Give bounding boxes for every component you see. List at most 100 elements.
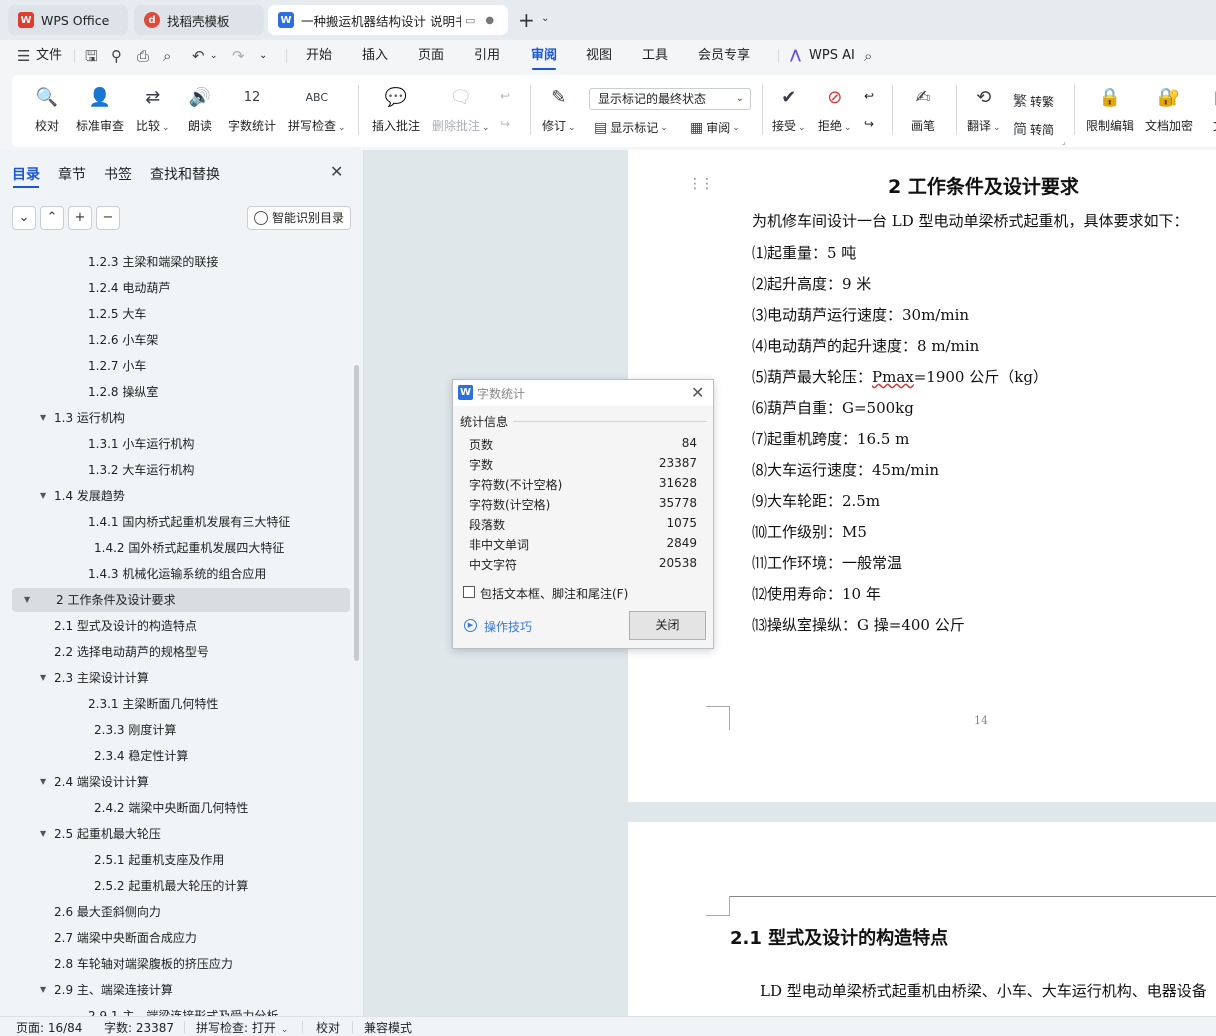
tab-toc[interactable]: 目录: [12, 164, 40, 184]
toc-item[interactable]: 1.4.3 机械化运输系统的组合应用: [12, 562, 350, 586]
expand-caret-icon[interactable]: ▼: [40, 770, 46, 794]
accept-button[interactable]: ✔ 接受 ⌄: [772, 85, 806, 134]
proofread-status[interactable]: 校对: [316, 1019, 340, 1036]
read-aloud-button[interactable]: 🔊 朗读: [187, 85, 213, 134]
save-icon[interactable]: 🖫: [85, 40, 98, 72]
toc-item[interactable]: 2.8 车轮轴对端梁腹板的挤压应力: [12, 952, 350, 976]
new-tab-plus-icon[interactable]: +: [518, 8, 535, 32]
toc-item[interactable]: 1.3.1 小车运行机构: [12, 432, 350, 456]
expand-caret-icon[interactable]: ▼: [40, 978, 46, 1002]
review-pane-button[interactable]: ▦ 审阅 ⌄: [690, 119, 740, 136]
restrict-editing-button[interactable]: 🔒 限制编辑: [1086, 85, 1134, 134]
checkbox-label[interactable]: 包括文本框、脚注和尾注(F): [480, 585, 628, 602]
word-count-button[interactable]: 12 字数统计: [228, 85, 276, 134]
toc-item[interactable]: 1.2.6 小车架: [12, 328, 350, 352]
remove-heading-minus-icon[interactable]: −: [96, 206, 120, 230]
group-expand-icon[interactable]: ⌟: [1062, 137, 1066, 146]
proofread-button[interactable]: 🔍 校对: [34, 85, 60, 134]
toc-item[interactable]: 1.2.3 主梁和端梁的联接: [12, 250, 350, 274]
insert-comment-button[interactable]: 💬 插入批注: [372, 85, 420, 134]
share-icon[interactable]: ⚲: [111, 40, 122, 72]
toc-item[interactable]: 1.2.8 操纵室: [12, 380, 350, 404]
show-markup-button[interactable]: ▤ 显示标记 ⌄: [594, 119, 668, 136]
clipped-ribbon-button[interactable]: ▯ 文: [1206, 85, 1216, 134]
to-traditional-button[interactable]: 繁 转繁: [1013, 91, 1054, 111]
print-icon[interactable]: ⎙: [137, 40, 149, 72]
menu-home[interactable]: 开始: [306, 40, 332, 72]
menu-view[interactable]: 视图: [586, 40, 612, 72]
toc-item[interactable]: 2.3.1 主梁断面几何特性: [12, 692, 350, 716]
toc-item[interactable]: ▼ 1.3 运行机构: [12, 406, 350, 430]
toc-item[interactable]: 2.3.4 稳定性计算: [12, 744, 350, 768]
toc-item[interactable]: ▼ 2.9 主、端梁连接计算: [12, 978, 350, 1002]
tab-wps-office[interactable]: W WPS Office: [8, 5, 128, 35]
standard-review-button[interactable]: 👤 标准审查: [76, 85, 124, 134]
toc-item[interactable]: ▼ 2.4 端梁设计计算: [12, 770, 350, 794]
unsaved-dot-icon[interactable]: ●: [485, 15, 494, 26]
hamburger-menu-icon[interactable]: ☰: [17, 40, 30, 72]
menu-insert[interactable]: 插入: [362, 40, 388, 72]
toc-item[interactable]: 1.2.5 大车: [12, 302, 350, 326]
expand-caret-icon[interactable]: ▼: [40, 822, 46, 846]
toc-item[interactable]: 2.5.1 起重机支座及作用: [12, 848, 350, 872]
expand-caret-icon[interactable]: ▼: [40, 484, 46, 508]
tab-find-replace[interactable]: 查找和替换: [150, 164, 220, 184]
spelling-flag[interactable]: Pmax: [872, 368, 914, 386]
menu-references[interactable]: 引用: [474, 40, 500, 72]
toc-item[interactable]: 2.5.2 起重机最大轮压的计算: [12, 874, 350, 898]
spell-check-button[interactable]: ABC 拼写检查 ⌄: [288, 85, 346, 134]
toc-item[interactable]: 1.4.2 国外桥式起重机发展四大特征: [12, 536, 350, 560]
toc-scrollbar[interactable]: [354, 365, 359, 661]
toc-item[interactable]: 1.4.1 国内桥式起重机发展有三大特征: [12, 510, 350, 534]
expand-chevron-up-icon[interactable]: ⌃: [40, 206, 64, 230]
toc-item[interactable]: ▼ 2.5 起重机最大轮压: [12, 822, 350, 846]
undo-icon[interactable]: ↶: [192, 40, 205, 72]
expand-caret-icon[interactable]: ▼: [40, 406, 46, 430]
toc-item[interactable]: 2.1 型式及设计的构造特点: [12, 614, 350, 638]
reject-button[interactable]: ⊘ 拒绝 ⌄: [818, 85, 852, 134]
encrypt-document-button[interactable]: 🔐 文档加密: [1145, 85, 1193, 134]
markup-state-select[interactable]: 显示标记的最终状态 ⌄: [589, 88, 751, 110]
smart-toc-button[interactable]: 智能识别目录: [247, 206, 351, 230]
print-preview-icon[interactable]: ⌕: [163, 40, 171, 72]
toc-item[interactable]: 2.2 选择电动葫芦的规格型号: [12, 640, 350, 664]
file-menu[interactable]: 文件: [36, 40, 62, 72]
menu-page[interactable]: 页面: [418, 40, 444, 72]
document-page[interactable]: 2.1 型式及设计的构造特点 LD 型电动单梁桥式起重机由桥梁、小车、大车运行机…: [628, 822, 1216, 1016]
document-page[interactable]: ⋮⋮ 2 工作条件及设计要求 为机修车间设计一台 LD 型电动单梁桥式起重机，具…: [628, 150, 1216, 802]
next-change-icon[interactable]: ↪: [864, 117, 874, 131]
toc-item[interactable]: ▼ 2.3 主梁设计计算: [12, 666, 350, 690]
compare-button[interactable]: ⇄ 比较 ⌄: [136, 85, 170, 134]
toc-item[interactable]: 2.6 最大歪斜侧向力: [12, 900, 350, 924]
toc-item[interactable]: 2.3.3 刚度计算: [12, 718, 350, 742]
more-chevron-icon[interactable]: ⌄: [259, 40, 267, 72]
collapse-all-chevron-down-icon[interactable]: ⌄: [12, 206, 36, 230]
track-changes-button[interactable]: ✎ 修订 ⌄: [542, 85, 576, 134]
toc-item[interactable]: 2.7 端梁中央断面合成应力: [12, 926, 350, 950]
toc-item[interactable]: 1.2.4 电动葫芦: [12, 276, 350, 300]
drag-handle-icon[interactable]: ⋮⋮: [688, 176, 714, 192]
search-icon[interactable]: ⌕: [864, 40, 872, 72]
close-panel-icon[interactable]: ✕: [330, 162, 343, 181]
ink-pen-button[interactable]: ✍ 画笔: [910, 85, 936, 134]
play-tips-icon[interactable]: ▶: [464, 619, 477, 632]
undo-chevron-icon[interactable]: ⌄: [210, 40, 218, 72]
tab-chapters[interactable]: 章节: [58, 164, 86, 184]
tab-list-chevron-icon[interactable]: ⌄: [541, 13, 549, 24]
menu-member[interactable]: 会员专享: [698, 40, 750, 72]
toc-item[interactable]: ▼ 1.4 发展趋势: [12, 484, 350, 508]
prev-change-icon[interactable]: ↩: [864, 89, 874, 103]
menu-tools[interactable]: 工具: [642, 40, 668, 72]
toc-item[interactable]: 2.4.2 端梁中央断面几何特性: [12, 796, 350, 820]
dialog-titlebar[interactable]: W 字数统计 ✕: [453, 380, 713, 406]
expand-caret-icon[interactable]: ▼: [24, 588, 30, 612]
expand-caret-icon[interactable]: ▼: [40, 666, 46, 690]
close-icon[interactable]: ✕: [691, 383, 704, 402]
wps-ai-button[interactable]: WPS AI: [809, 40, 855, 72]
tab-docer-templates[interactable]: d 找稻壳模板: [134, 5, 264, 35]
toc-item[interactable]: 1.2.7 小车: [12, 354, 350, 378]
toc-item[interactable]: 2.9.1 主、端梁连接形式及受力分析: [12, 1004, 350, 1016]
close-button[interactable]: 关闭: [629, 611, 706, 640]
toc-item[interactable]: ▼ 2 工作条件及设计要求: [12, 588, 350, 612]
tab-bookmarks[interactable]: 书签: [104, 164, 132, 184]
